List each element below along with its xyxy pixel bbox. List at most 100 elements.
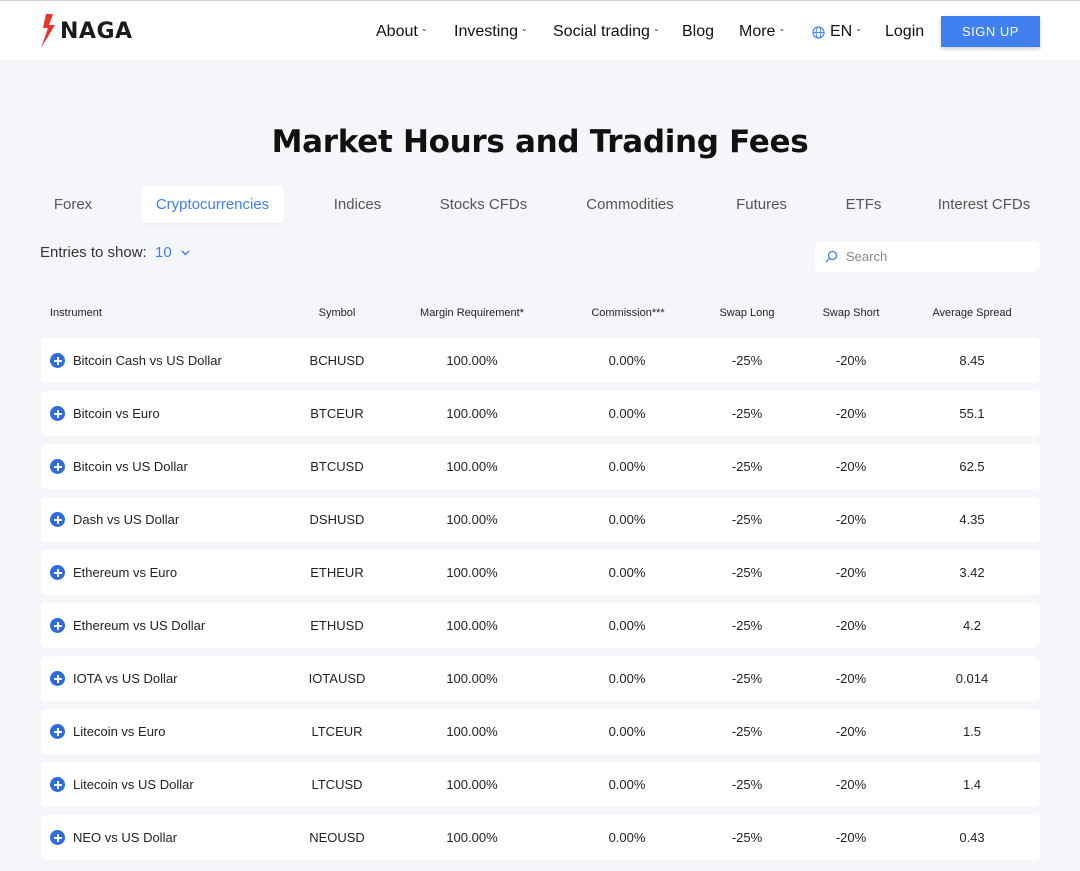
nav-login[interactable]: Login: [885, 21, 924, 43]
margin-cell: 100.00%: [446, 406, 498, 421]
naga-logo[interactable]: NAGA: [40, 14, 133, 48]
lightning-logo-icon: [41, 14, 55, 48]
sign-up-button[interactable]: SIGN UP: [941, 16, 1040, 47]
entries-value: 10: [155, 244, 172, 261]
table-row[interactable]: Ethereum vs US Dollar ETHUSD 100.00% 0.0…: [41, 603, 1040, 648]
swap-long-cell: -25%: [731, 671, 763, 686]
table-row[interactable]: Bitcoin Cash vs US Dollar BCHUSD 100.00%…: [41, 338, 1040, 383]
tab-cryptocurrencies[interactable]: Cryptocurrencies: [141, 186, 284, 223]
search-input[interactable]: [846, 249, 1026, 264]
column-header-commission[interactable]: Commission***: [563, 307, 693, 319]
swap-short-cell: -20%: [835, 459, 867, 474]
swap-long-cell: -25%: [731, 777, 763, 792]
entries-label: Entries to show:: [40, 244, 147, 261]
column-header-margin-requirement[interactable]: Margin Requirement*: [397, 307, 547, 319]
instrument-cell: Bitcoin vs Euro: [73, 406, 160, 421]
instrument-cell: Ethereum vs US Dollar: [73, 618, 206, 633]
average-spread-cell: 55.1: [959, 406, 985, 421]
column-header-symbol[interactable]: Symbol: [287, 307, 387, 319]
expand-row-icon[interactable]: [50, 724, 65, 739]
table-row[interactable]: Litecoin vs Euro LTCEUR 100.00% 0.00% -2…: [41, 709, 1040, 754]
table-row[interactable]: Litecoin vs US Dollar LTCUSD 100.00% 0.0…: [41, 762, 1040, 807]
commission-cell: 0.00%: [608, 406, 646, 421]
swap-long-cell: -25%: [731, 565, 763, 580]
tab-stocks-cfds[interactable]: Stocks CFDs: [431, 186, 536, 223]
column-header-instrument[interactable]: Instrument: [50, 307, 102, 319]
tab-indices[interactable]: Indices: [320, 186, 395, 223]
table-row[interactable]: IOTA vs US Dollar IOTAUSD 100.00% 0.00% …: [41, 656, 1040, 701]
margin-cell: 100.00%: [446, 565, 498, 580]
tab-forex[interactable]: Forex: [40, 186, 106, 223]
swap-short-cell: -20%: [835, 565, 867, 580]
margin-cell: 100.00%: [446, 459, 498, 474]
swap-long-cell: -25%: [731, 618, 763, 633]
expand-row-icon[interactable]: [50, 671, 65, 686]
swap-short-cell: -20%: [835, 777, 867, 792]
average-spread-cell: 4.35: [959, 512, 985, 527]
commission-cell: 0.00%: [608, 777, 646, 792]
swap-short-cell: -20%: [835, 406, 867, 421]
expand-row-icon[interactable]: [50, 406, 65, 421]
instrument-cell: Bitcoin vs US Dollar: [73, 459, 188, 474]
swap-short-cell: -20%: [835, 671, 867, 686]
swap-long-cell: -25%: [731, 459, 763, 474]
expand-row-icon[interactable]: [50, 565, 65, 580]
symbol-cell: BTCEUR: [310, 406, 364, 421]
margin-cell: 100.00%: [446, 512, 498, 527]
expand-row-icon[interactable]: [50, 777, 65, 792]
table-row[interactable]: NEO vs US Dollar NEOUSD 100.00% 0.00% -2…: [41, 815, 1040, 860]
tab-commodities[interactable]: Commodities: [572, 186, 688, 223]
expand-row-icon[interactable]: [50, 459, 65, 474]
table-row[interactable]: Bitcoin vs Euro BTCEUR 100.00% 0.00% -25…: [41, 391, 1040, 436]
nav-blog-label: Blog: [682, 23, 715, 40]
nav-more[interactable]: More ⌄: [739, 21, 785, 43]
symbol-cell: BCHUSD: [309, 353, 365, 368]
table-row[interactable]: Dash vs US Dollar DSHUSD 100.00% 0.00% -…: [41, 497, 1040, 542]
swap-long-cell: -25%: [731, 724, 763, 739]
tab-etfs[interactable]: ETFs: [835, 186, 892, 223]
language-selector[interactable]: EN ⌄: [812, 21, 862, 43]
instrument-cell: Ethereum vs Euro: [73, 565, 178, 580]
nav-social-trading[interactable]: Social trading ⌄: [553, 21, 660, 43]
column-header-swap-long[interactable]: Swap Long: [697, 307, 797, 319]
average-spread-cell: 3.42: [959, 565, 985, 580]
instrument-cell: Dash vs US Dollar: [73, 512, 180, 527]
nav-blog[interactable]: Blog: [682, 21, 714, 43]
tab-interest-cfds[interactable]: Interest CFDs: [928, 186, 1040, 223]
symbol-cell: ETHUSD: [310, 618, 364, 633]
expand-row-icon[interactable]: [50, 830, 65, 845]
average-spread-cell: 62.5: [959, 459, 985, 474]
logo-text: NAGA: [60, 18, 133, 44]
table-row[interactable]: Ethereum vs Euro ETHEUR 100.00% 0.00% -2…: [41, 550, 1040, 595]
average-spread-cell: 4.2: [962, 618, 982, 633]
chevron-down-icon: ⌄: [855, 24, 862, 33]
commission-cell: 0.00%: [608, 512, 646, 527]
average-spread-cell: 1.5: [962, 724, 982, 739]
column-header-average-spread[interactable]: Average Spread: [907, 307, 1037, 319]
average-spread-cell: 0.014: [955, 671, 989, 686]
entries-dropdown[interactable]: 10: [155, 244, 190, 261]
table-row[interactable]: Bitcoin vs US Dollar BTCUSD 100.00% 0.00…: [41, 444, 1040, 489]
nav-social-trading-label: Social trading: [553, 23, 650, 40]
column-header-swap-short[interactable]: Swap Short: [801, 307, 901, 319]
expand-row-icon[interactable]: [50, 353, 65, 368]
search-box: [815, 241, 1040, 272]
commission-cell: 0.00%: [608, 353, 646, 368]
nav-about[interactable]: About ⌄: [376, 21, 428, 43]
swap-short-cell: -20%: [835, 830, 867, 845]
commission-cell: 0.00%: [608, 565, 646, 580]
chevron-down-icon: ⌄: [420, 24, 428, 33]
expand-row-icon[interactable]: [50, 618, 65, 633]
nav-login-label: Login: [885, 23, 925, 40]
swap-long-cell: -25%: [731, 830, 763, 845]
symbol-cell: LTCUSD: [311, 777, 363, 792]
commission-cell: 0.00%: [608, 830, 646, 845]
expand-row-icon[interactable]: [50, 512, 65, 527]
nav-investing[interactable]: Investing ⌄: [454, 21, 528, 43]
globe-icon: [812, 25, 825, 39]
tab-futures[interactable]: Futures: [724, 186, 799, 223]
margin-cell: 100.00%: [446, 830, 498, 845]
commission-cell: 0.00%: [608, 671, 646, 686]
nav-more-label: More: [739, 23, 776, 40]
symbol-cell: IOTAUSD: [308, 671, 366, 686]
